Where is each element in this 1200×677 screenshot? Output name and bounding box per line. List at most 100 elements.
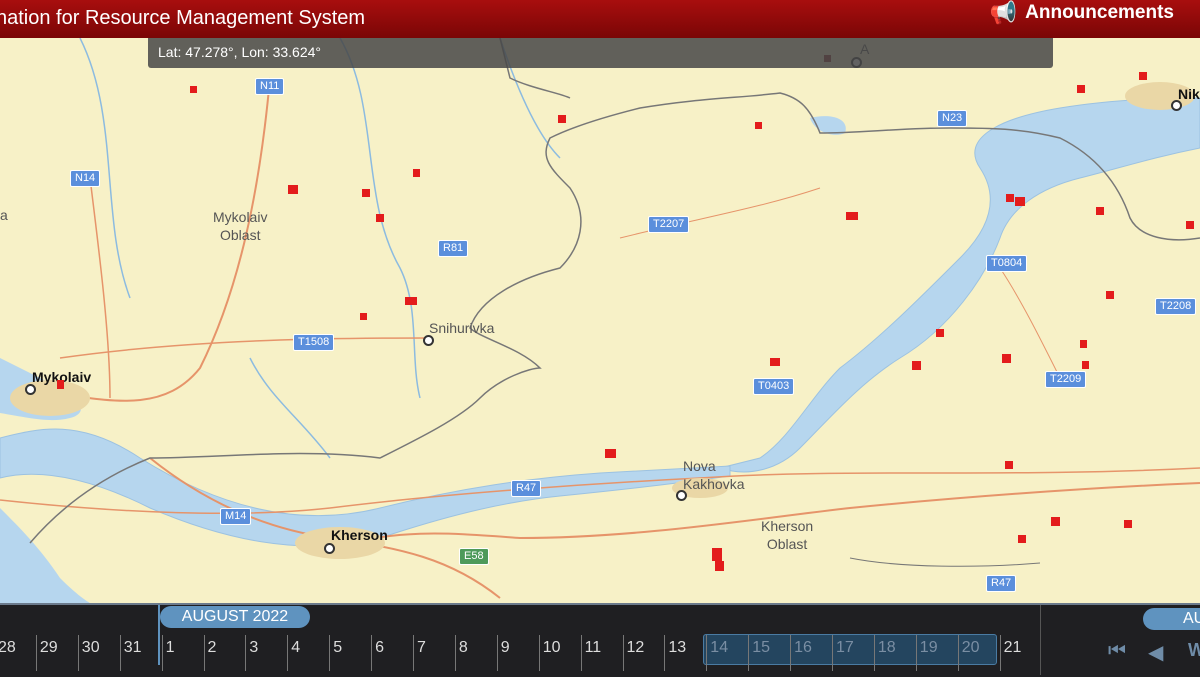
fire-hotspot[interactable] [558,115,566,123]
timeline-day[interactable]: 18 [873,635,916,671]
city-dot-mykolaiv [25,384,36,395]
fire-hotspot[interactable] [912,361,921,370]
timeline-day[interactable]: 6 [371,635,413,671]
region-label-kherson-oblast: Kherson Oblast [761,517,813,553]
town-dot-snihurivka [423,335,434,346]
timeline-day[interactable]: 12 [622,635,665,671]
timeline-day[interactable]: 11 [580,635,623,671]
timeline-day[interactable]: 20 [957,635,1000,671]
fire-hotspot[interactable] [846,212,858,220]
town-label-nova-kakhovka: Nova Kakhovka [683,457,744,493]
timeline-day[interactable]: 21 [999,635,1042,671]
timeline-day[interactable]: 14 [706,635,748,671]
region-label-mykolaiv-oblast: Mykolaiv Oblast [213,208,267,244]
timeline-day[interactable]: 31 [119,635,162,671]
timeline-day[interactable]: 17 [832,635,874,671]
timeline-day[interactable]: 29 [35,635,78,671]
timeline-day[interactable]: 10 [538,635,581,671]
timeline-day[interactable]: 4 [287,635,329,671]
announcements-button[interactable]: 📢 Announcements [990,0,1174,26]
fire-hotspot[interactable] [413,169,420,177]
sea-southwest [0,508,90,603]
step-back-icon[interactable]: ◀ [1148,640,1163,665]
timeline-day[interactable]: 15 [748,635,790,671]
fire-hotspot[interactable] [362,189,370,197]
map-svg [0,38,1200,603]
timeline-day[interactable]: 5 [329,635,371,671]
region-label-line: Oblast [766,536,808,552]
timeline-day[interactable]: 28 [0,635,36,671]
timeline-day[interactable]: 3 [245,635,287,671]
fire-hotspot[interactable] [1018,535,1026,543]
city-label-kherson: Kherson [331,527,388,543]
fire-hotspot[interactable] [1096,207,1104,215]
fire-hotspot[interactable] [1077,85,1085,93]
town-label-snihurivka: Snihurivka [429,320,495,336]
road-shield-t2208: T2208 [1155,298,1197,315]
partial-control-label[interactable]: W [1188,640,1200,661]
fire-hotspot[interactable] [1082,361,1089,369]
megaphone-icon: 📢 [989,0,1018,25]
fire-hotspot[interactable] [1015,197,1025,206]
road-shield-t0804: T0804 [986,255,1028,272]
road-shield-n23: N23 [937,110,968,127]
region-label-line: Kherson [761,518,814,534]
fire-hotspot[interactable] [190,86,197,93]
timeline-day[interactable]: 16 [790,635,832,671]
road-shield-r47-east: R47 [986,575,1017,592]
fire-hotspot[interactable] [715,561,724,571]
fire-hotspot[interactable] [1006,194,1014,202]
timeline-day[interactable]: 2 [203,635,246,671]
fire-hotspot[interactable] [1005,461,1013,469]
map-canvas[interactable]: N11 N14 R81 T2207 N23 T0804 T2208 T1508 … [0,38,1200,603]
fire-hotspot[interactable] [1139,72,1147,80]
road-shield-m14: M14 [220,508,252,525]
fire-hotspot[interactable] [288,185,298,194]
timeline-day[interactable]: 30 [77,635,120,671]
timeline-day[interactable]: 9 [496,635,539,671]
fire-hotspot[interactable] [1186,221,1194,229]
fire-hotspot[interactable] [1002,354,1011,363]
timeline-day[interactable]: 13 [664,635,706,671]
place-label-left-edge: a [0,207,8,223]
oblast-border-south [849,557,1041,567]
road-shield-n11: N11 [255,78,285,95]
fire-hotspot[interactable] [360,313,367,320]
fire-hotspot[interactable] [1051,517,1060,526]
town-label-line: Nova [683,458,716,474]
region-label-line: Mykolaiv [213,209,268,225]
fire-hotspot[interactable] [405,297,417,305]
app-title: nation for Resource Management System [0,7,366,29]
timeline-day[interactable]: 1 [161,635,204,671]
timeline-day[interactable]: 19 [915,635,958,671]
fire-hotspot[interactable] [376,214,384,222]
timeline-divider [1040,605,1041,675]
coordinates-readout: Lat: 47.278°, Lon: 33.624° [148,38,1053,68]
road-shield-t0403: T0403 [753,378,795,395]
fire-hotspot[interactable] [57,380,64,389]
fire-hotspot[interactable] [605,449,616,458]
fire-hotspot[interactable] [755,122,762,129]
city-dot-kherson [324,543,335,554]
road-shield-t2207: T2207 [648,216,690,233]
town-label-line: Kakhovka [683,476,745,492]
timeline-bar[interactable]: AUGUST 2022 28 29 30 31 1 2 3 4 5 6 7 8 9 10 11 12 13 14 1… [0,603,1200,677]
next-month-badge: AU [1143,608,1200,630]
road-shield-r81: R81 [438,240,469,257]
fire-hotspot[interactable] [712,548,722,561]
announcements-label: Announcements [1025,2,1174,23]
city-dot-nikopol [1171,100,1182,111]
road-t1508 [59,337,431,359]
road-n14 [89,177,111,399]
fire-hotspot[interactable] [770,358,780,366]
road-shield-t1508: T1508 [293,334,335,351]
fire-hotspot[interactable] [1106,291,1114,299]
fire-hotspot[interactable] [936,329,944,337]
road-shield-r47-west: R47 [511,480,542,497]
fire-hotspot[interactable] [1080,340,1087,348]
app-header: nation for Resource Management System 📢 … [0,0,1200,38]
fire-hotspot[interactable] [1124,520,1132,528]
timeline-day[interactable]: 8 [454,635,497,671]
timeline-day[interactable]: 7 [413,635,455,671]
skip-to-start-icon[interactable]: ⏮ [1108,640,1126,663]
